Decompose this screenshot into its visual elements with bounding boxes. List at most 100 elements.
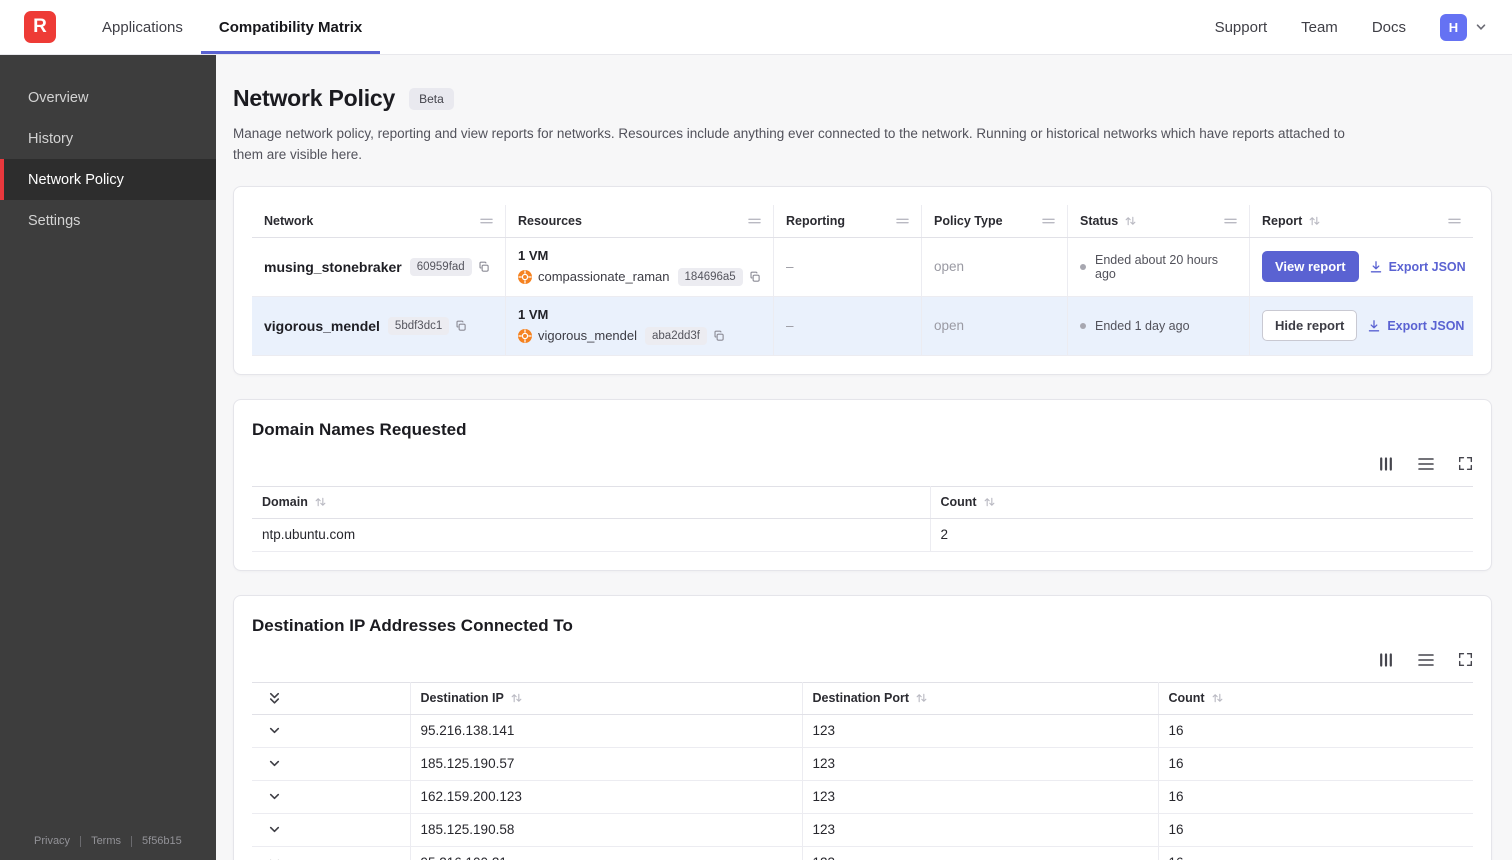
network-id-chip: 60959fad <box>409 257 472 276</box>
count-cell: 16 <box>1158 846 1473 860</box>
nav-tab-compatibility-matrix[interactable]: Compatibility Matrix <box>200 0 381 54</box>
column-label: Report <box>1262 213 1303 228</box>
logo-letter: R <box>33 16 47 37</box>
app-logo[interactable]: R <box>24 11 56 43</box>
column-label: Network <box>264 213 314 228</box>
table-toolbar <box>252 652 1473 668</box>
column-header-status[interactable]: Status <box>1068 204 1250 237</box>
sort-icon <box>510 692 523 704</box>
rows-icon[interactable] <box>1418 457 1434 471</box>
network-cell: musing_stonebraker 60959fad <box>252 237 506 296</box>
destination-ip-cell: 185.125.190.58 <box>410 813 803 847</box>
table-row: 185.125.190.57 123 16 <box>252 747 1473 781</box>
build-version: 5f56b15 <box>142 835 182 847</box>
status-cell: Ended about 20 hours ago <box>1068 237 1250 296</box>
expand-all-icon[interactable] <box>262 691 400 706</box>
network-name: musing_stonebraker <box>264 258 402 275</box>
columns-icon[interactable] <box>1378 652 1394 668</box>
sidebar-item-history[interactable]: History <box>0 118 216 159</box>
status-text: Ended about 20 hours ago <box>1095 252 1219 281</box>
vm-resource-icon <box>518 269 532 284</box>
sort-icon <box>314 496 327 508</box>
copy-icon[interactable] <box>455 320 467 332</box>
sort-icon <box>1124 215 1137 227</box>
avatar-letter: H <box>1448 19 1459 35</box>
beta-badge: Beta <box>409 87 454 110</box>
expand-icon[interactable] <box>1458 456 1473 471</box>
column-handle-icon[interactable] <box>1448 216 1461 226</box>
nav-link-support[interactable]: Support <box>1215 19 1268 36</box>
count-cell: 16 <box>1158 747 1473 781</box>
column-label: Count <box>940 495 977 510</box>
column-handle-icon[interactable] <box>896 216 909 226</box>
copy-icon[interactable] <box>713 330 725 342</box>
table-row: musing_stonebraker 60959fad 1 VM compass… <box>252 237 1473 297</box>
columns-icon[interactable] <box>1378 456 1394 472</box>
nav-tab-label: Compatibility Matrix <box>218 18 363 36</box>
row-expand-chevron-icon[interactable] <box>262 790 400 803</box>
column-handle-icon[interactable] <box>1224 216 1237 226</box>
user-menu[interactable]: H <box>1440 13 1488 41</box>
column-header-report[interactable]: Report <box>1250 205 1473 237</box>
column-handle-icon[interactable] <box>480 216 493 226</box>
domains-card: Domain Names Requested Domain Count ntp.… <box>233 398 1492 571</box>
top-navbar: R Applications Compatibility Matrix Supp… <box>0 0 1512 55</box>
view-report-button[interactable]: View report <box>1262 251 1359 283</box>
rows-icon[interactable] <box>1418 653 1434 667</box>
sidebar-item-label: Overview <box>28 89 89 106</box>
column-label: Resources <box>518 213 582 228</box>
sidebar-footer: Privacy Terms 5f56b15 <box>0 821 216 860</box>
destination-ip-cell: 185.125.190.57 <box>410 747 803 781</box>
copy-icon[interactable] <box>478 261 490 273</box>
count-cell: 2 <box>930 518 1473 552</box>
column-header-destination-port[interactable]: Destination Port <box>802 681 1159 715</box>
column-header-network[interactable]: Network <box>252 204 506 237</box>
domains-table: Domain Count ntp.ubuntu.com 2 <box>252 485 1473 552</box>
main-content: Network Policy Beta Manage network polic… <box>216 55 1512 860</box>
column-label: Status <box>1080 213 1119 228</box>
terms-link[interactable]: Terms <box>91 835 121 847</box>
page-title: Network Policy <box>233 85 396 111</box>
column-handle-icon[interactable] <box>748 216 761 226</box>
row-expand-chevron-icon[interactable] <box>262 757 400 770</box>
privacy-link[interactable]: Privacy <box>34 835 70 847</box>
column-label: Destination IP <box>420 691 504 706</box>
expand-icon[interactable] <box>1458 652 1473 667</box>
column-header-domain[interactable]: Domain <box>252 485 931 519</box>
column-label: Count <box>1168 691 1205 706</box>
column-label: Reporting <box>786 213 846 228</box>
row-expand-chevron-icon[interactable] <box>262 724 400 737</box>
table-row: 95.216.138.141 123 16 <box>252 714 1473 748</box>
sidebar-item-overview[interactable]: Overview <box>0 77 216 118</box>
hide-report-button[interactable]: Hide report <box>1262 310 1358 342</box>
column-header-resources[interactable]: Resources <box>506 204 774 237</box>
sidebar-item-label: Network Policy <box>28 171 124 188</box>
column-header-policy-type[interactable]: Policy Type <box>922 204 1068 237</box>
navbar-right: Support Team Docs H <box>1215 0 1488 54</box>
nav-tab-applications[interactable]: Applications <box>84 0 201 54</box>
column-header-count[interactable]: Count <box>1158 681 1473 715</box>
row-expand-chevron-icon[interactable] <box>262 823 400 836</box>
avatar[interactable]: H <box>1440 13 1467 41</box>
chevron-down-icon[interactable] <box>1474 20 1488 34</box>
row-expand-chevron-icon[interactable] <box>262 856 400 860</box>
nav-link-team[interactable]: Team <box>1301 19 1338 36</box>
destination-port-cell: 123 <box>802 813 1159 847</box>
copy-icon[interactable] <box>749 271 761 283</box>
sidebar-item-label: History <box>28 130 74 147</box>
resources-cell: 1 VM vigorous_mendel aba2dd3f <box>506 296 774 355</box>
column-header-count[interactable]: Count <box>930 485 1473 519</box>
column-header-destination-ip[interactable]: Destination IP <box>410 681 803 715</box>
count-cell: 16 <box>1158 714 1473 748</box>
destinations-table: Destination IP Destination Port Count 95… <box>252 681 1473 860</box>
table-toolbar <box>252 456 1473 472</box>
export-json-button[interactable]: Export JSON <box>1367 319 1464 333</box>
sidebar-item-settings[interactable]: Settings <box>0 200 216 241</box>
sidebar-item-network-policy[interactable]: Network Policy <box>0 159 216 200</box>
status-cell: Ended 1 day ago <box>1068 296 1250 355</box>
export-json-button[interactable]: Export JSON <box>1369 260 1466 274</box>
nav-link-docs[interactable]: Docs <box>1372 19 1406 36</box>
destination-ip-cell: 95.216.100.21 <box>410 846 803 860</box>
column-header-reporting[interactable]: Reporting <box>774 204 922 237</box>
column-handle-icon[interactable] <box>1042 216 1055 226</box>
